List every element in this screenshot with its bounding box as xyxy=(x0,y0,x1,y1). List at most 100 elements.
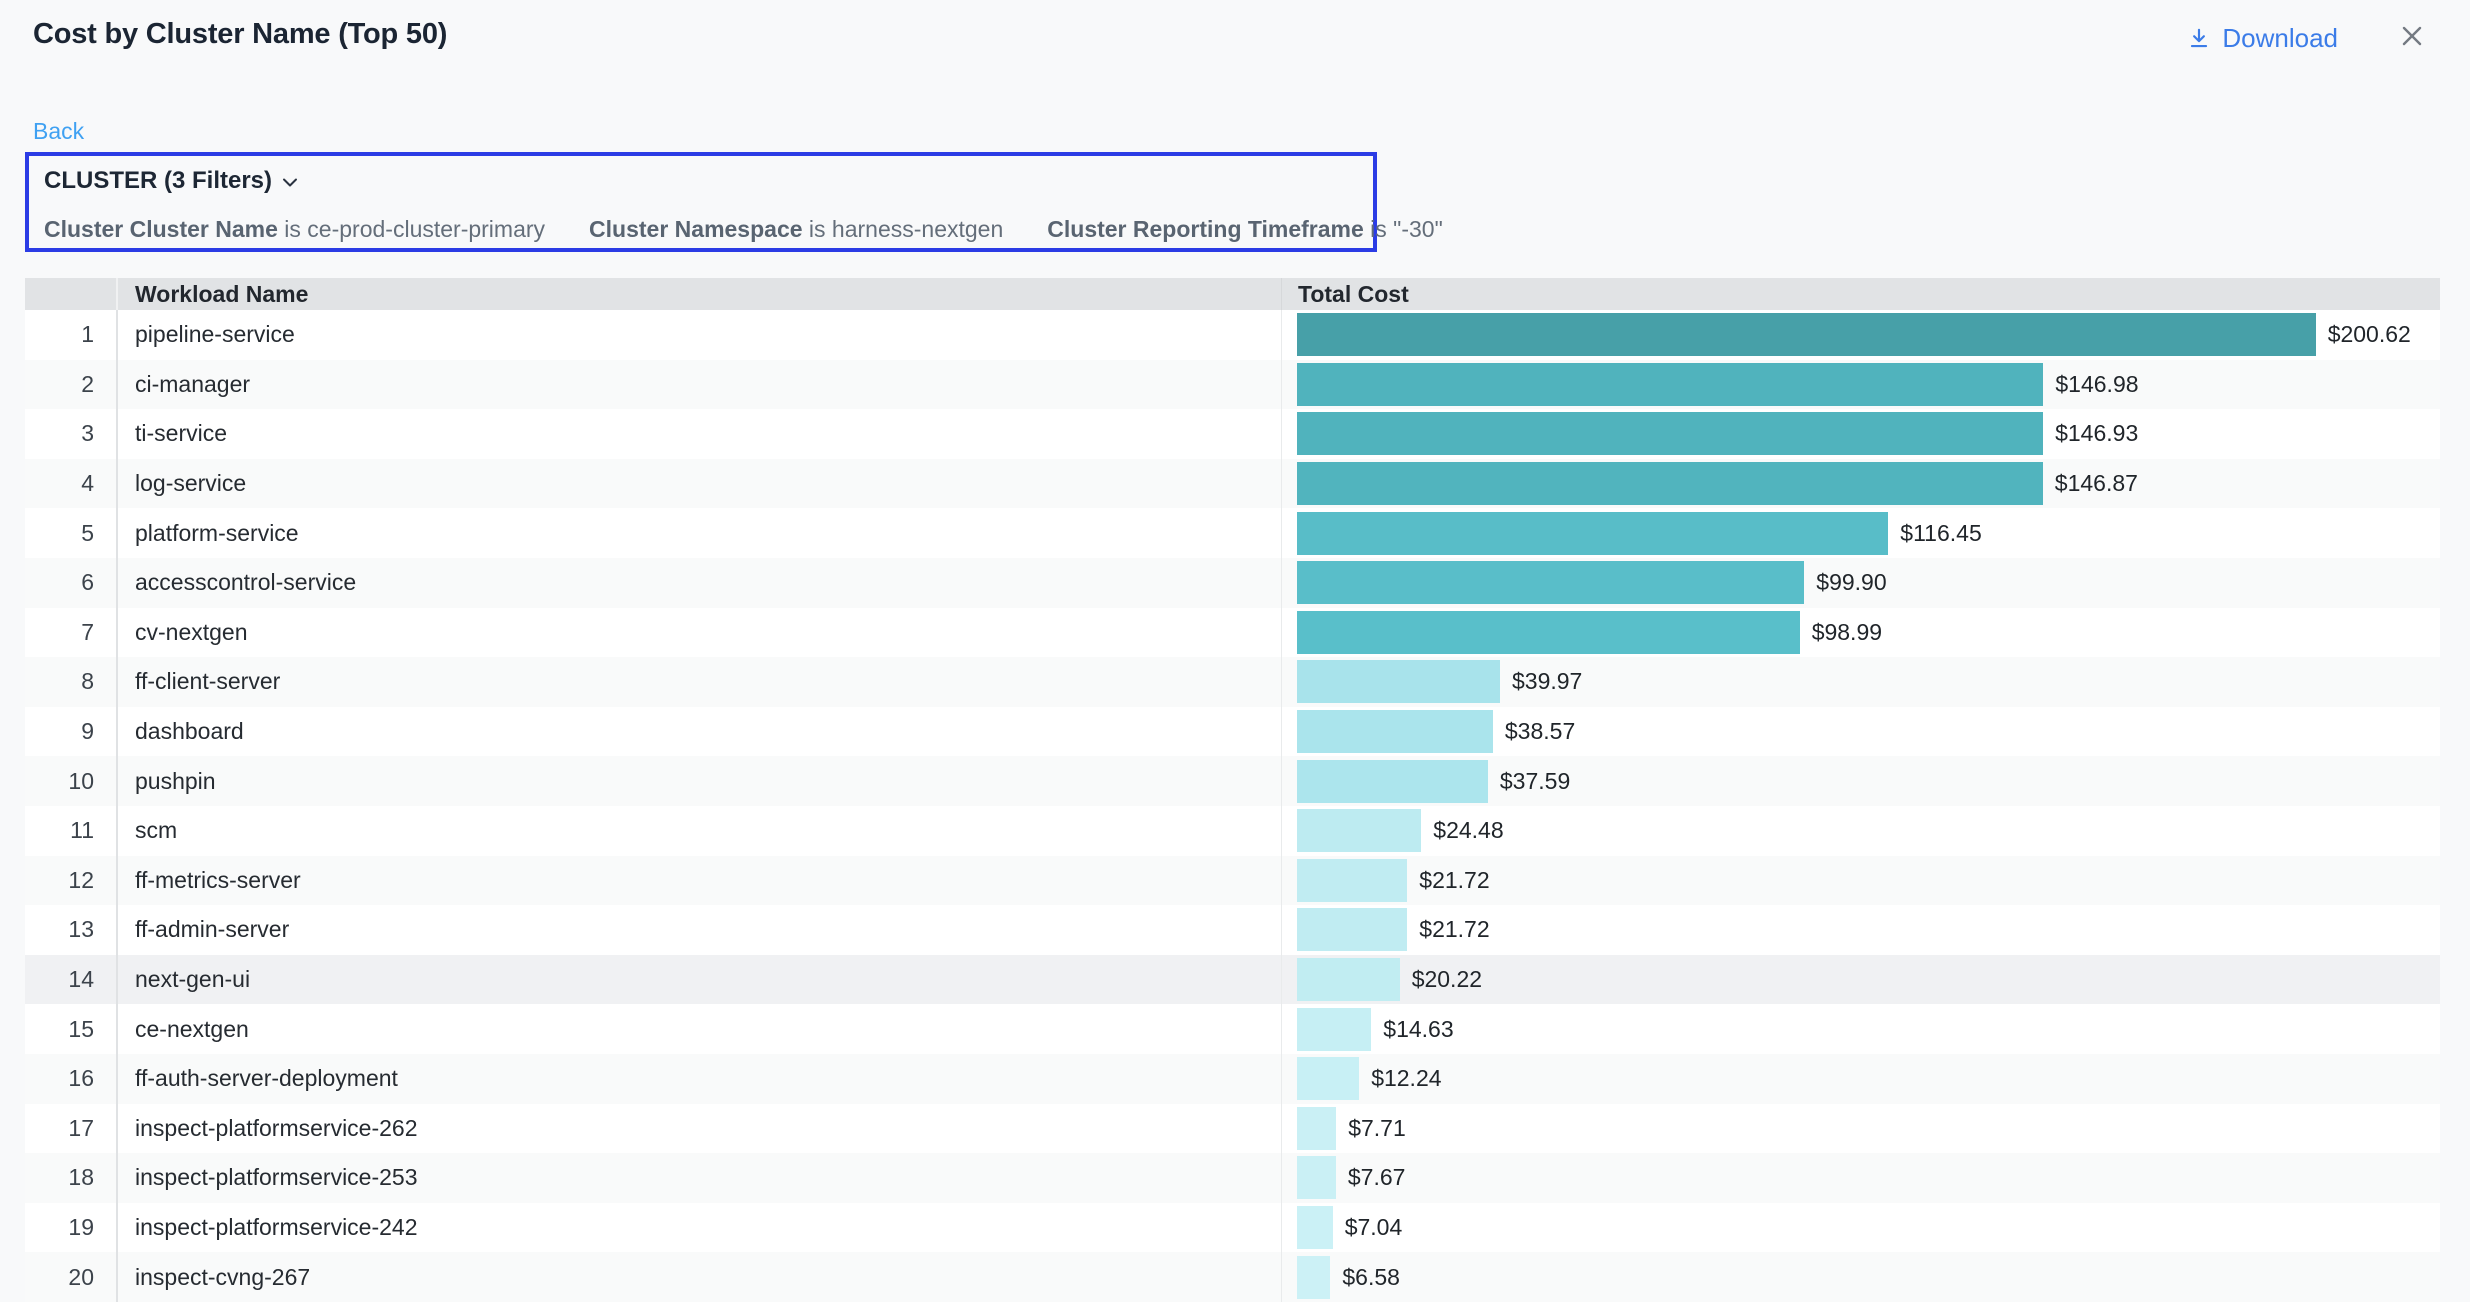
total-cost-cell: $21.72 xyxy=(1281,905,2440,955)
total-cost-cell: $21.72 xyxy=(1281,856,2440,906)
workload-name: ci-manager xyxy=(116,360,1281,410)
total-cost-cell: $38.57 xyxy=(1281,707,2440,757)
table-row: 11scm $24.48 xyxy=(25,806,2440,856)
header-actions: Download xyxy=(2186,20,2428,57)
download-icon xyxy=(2186,26,2212,52)
cost-bar xyxy=(1297,1107,1336,1150)
workload-name: scm xyxy=(116,806,1281,856)
cost-value: $7.71 xyxy=(1348,1115,1406,1142)
column-header-total-cost: Total Cost xyxy=(1281,278,2440,310)
filter-list: Cluster Cluster Name is ce-prod-cluster-… xyxy=(44,216,1358,243)
cost-value: $38.57 xyxy=(1505,718,1575,745)
workload-name: platform-service xyxy=(116,508,1281,558)
filter-field: Cluster Reporting Timeframe xyxy=(1047,216,1364,242)
total-cost-cell: $98.99 xyxy=(1281,608,2440,658)
cost-bar xyxy=(1297,958,1400,1001)
cost-bar xyxy=(1297,363,2043,406)
total-cost-cell: $7.67 xyxy=(1281,1153,2440,1203)
table-row: 6accesscontrol-service$99.90 xyxy=(25,558,2440,608)
cost-value: $7.67 xyxy=(1348,1164,1406,1191)
cost-bar xyxy=(1297,611,1800,654)
cost-value: $99.90 xyxy=(1816,569,1886,596)
cost-value: $14.63 xyxy=(1383,1016,1453,1043)
filter-item[interactable]: Cluster Cluster Name is ce-prod-cluster-… xyxy=(44,216,545,243)
row-rank: 19 xyxy=(25,1203,116,1253)
table-row: 10pushpin$37.59 xyxy=(25,756,2440,806)
cost-value: $21.72 xyxy=(1419,916,1489,943)
cost-value: $146.87 xyxy=(2055,470,2138,497)
table-row: 14next-gen-ui $20.22 xyxy=(25,955,2440,1005)
cost-value: $200.62 xyxy=(2328,321,2411,348)
filter-item[interactable]: Cluster Namespace is harness-nextgen xyxy=(589,216,1003,243)
table-row: 8ff-client-server$39.97 xyxy=(25,657,2440,707)
workload-name: ti-service xyxy=(116,409,1281,459)
row-rank: 4 xyxy=(25,459,116,509)
cost-value: $21.72 xyxy=(1419,867,1489,894)
workload-name: inspect-cvng-267 xyxy=(116,1252,1281,1302)
cost-value: $39.97 xyxy=(1512,668,1582,695)
cost-value: $20.22 xyxy=(1412,966,1482,993)
table-header: Workload Name Total Cost xyxy=(25,278,2440,310)
table-row: 3ti-service $146.93 xyxy=(25,409,2440,459)
cost-bar xyxy=(1297,1256,1330,1299)
total-cost-cell: $7.04 xyxy=(1281,1203,2440,1253)
cost-value: $37.59 xyxy=(1500,768,1570,795)
table-row: 7cv-nextgen$98.99 xyxy=(25,608,2440,658)
row-rank: 14 xyxy=(25,955,116,1005)
row-rank: 3 xyxy=(25,409,116,459)
cost-bar xyxy=(1297,1057,1359,1100)
total-cost-cell: $20.22 xyxy=(1281,955,2440,1005)
workload-name: next-gen-ui xyxy=(116,955,1281,1005)
filter-field: Cluster Namespace xyxy=(589,216,803,242)
cost-value: $6.58 xyxy=(1342,1264,1400,1291)
cost-value: $116.45 xyxy=(1900,520,1981,547)
total-cost-cell: $146.87 xyxy=(1281,459,2440,509)
row-rank: 10 xyxy=(25,756,116,806)
workload-name: inspect-platformservice-262 xyxy=(116,1104,1281,1154)
cost-value: $24.48 xyxy=(1433,817,1503,844)
total-cost-cell: $99.90 xyxy=(1281,558,2440,608)
row-rank: 17 xyxy=(25,1104,116,1154)
column-header-rank xyxy=(25,278,116,310)
filter-item[interactable]: Cluster Reporting Timeframe is "-30" xyxy=(1047,216,1443,243)
total-cost-cell: $116.45 xyxy=(1281,508,2440,558)
cost-bar xyxy=(1297,512,1888,555)
cost-bar xyxy=(1297,462,2043,505)
cost-value: $98.99 xyxy=(1812,619,1882,646)
workload-name: accesscontrol-service xyxy=(116,558,1281,608)
workload-name: dashboard xyxy=(116,707,1281,757)
close-icon xyxy=(2396,20,2428,57)
cost-bar xyxy=(1297,908,1407,951)
total-cost-cell: $39.97 xyxy=(1281,657,2440,707)
cost-bar xyxy=(1297,859,1407,902)
back-link[interactable]: Back xyxy=(33,118,84,145)
table-row: 18inspect-platformservice-253$7.67 xyxy=(25,1153,2440,1203)
cost-value: $146.93 xyxy=(2055,420,2138,447)
table-row: 15ce-nextgen$14.63 xyxy=(25,1004,2440,1054)
total-cost-cell: $146.93 xyxy=(1281,409,2440,459)
cost-bar xyxy=(1297,1008,1371,1051)
cost-bar xyxy=(1297,412,2043,455)
cost-bar xyxy=(1297,809,1421,852)
total-cost-cell: $7.71 xyxy=(1281,1104,2440,1154)
total-cost-cell: $6.58 xyxy=(1281,1252,2440,1302)
filter-field: Cluster Cluster Name xyxy=(44,216,278,242)
column-header-workload-name: Workload Name xyxy=(116,278,1281,310)
cost-bar xyxy=(1297,660,1500,703)
cost-bar xyxy=(1297,561,1804,604)
table-row: 1pipeline-service$200.62 xyxy=(25,310,2440,360)
filter-op-value: is ce-prod-cluster-primary xyxy=(278,216,545,242)
close-button[interactable] xyxy=(2396,20,2428,57)
cost-value: $146.98 xyxy=(2055,371,2138,398)
table-row: 9dashboard $38.57 xyxy=(25,707,2440,757)
row-rank: 2 xyxy=(25,360,116,410)
download-label: Download xyxy=(2222,23,2338,54)
row-rank: 7 xyxy=(25,608,116,658)
cost-bar xyxy=(1297,760,1488,803)
download-button[interactable]: Download xyxy=(2186,23,2338,54)
filter-panel-toggle[interactable]: CLUSTER (3 Filters) xyxy=(44,167,298,195)
total-cost-cell: $37.59 xyxy=(1281,756,2440,806)
workload-name: log-service xyxy=(116,459,1281,509)
row-rank: 11 xyxy=(25,806,116,856)
row-rank: 9 xyxy=(25,707,116,757)
